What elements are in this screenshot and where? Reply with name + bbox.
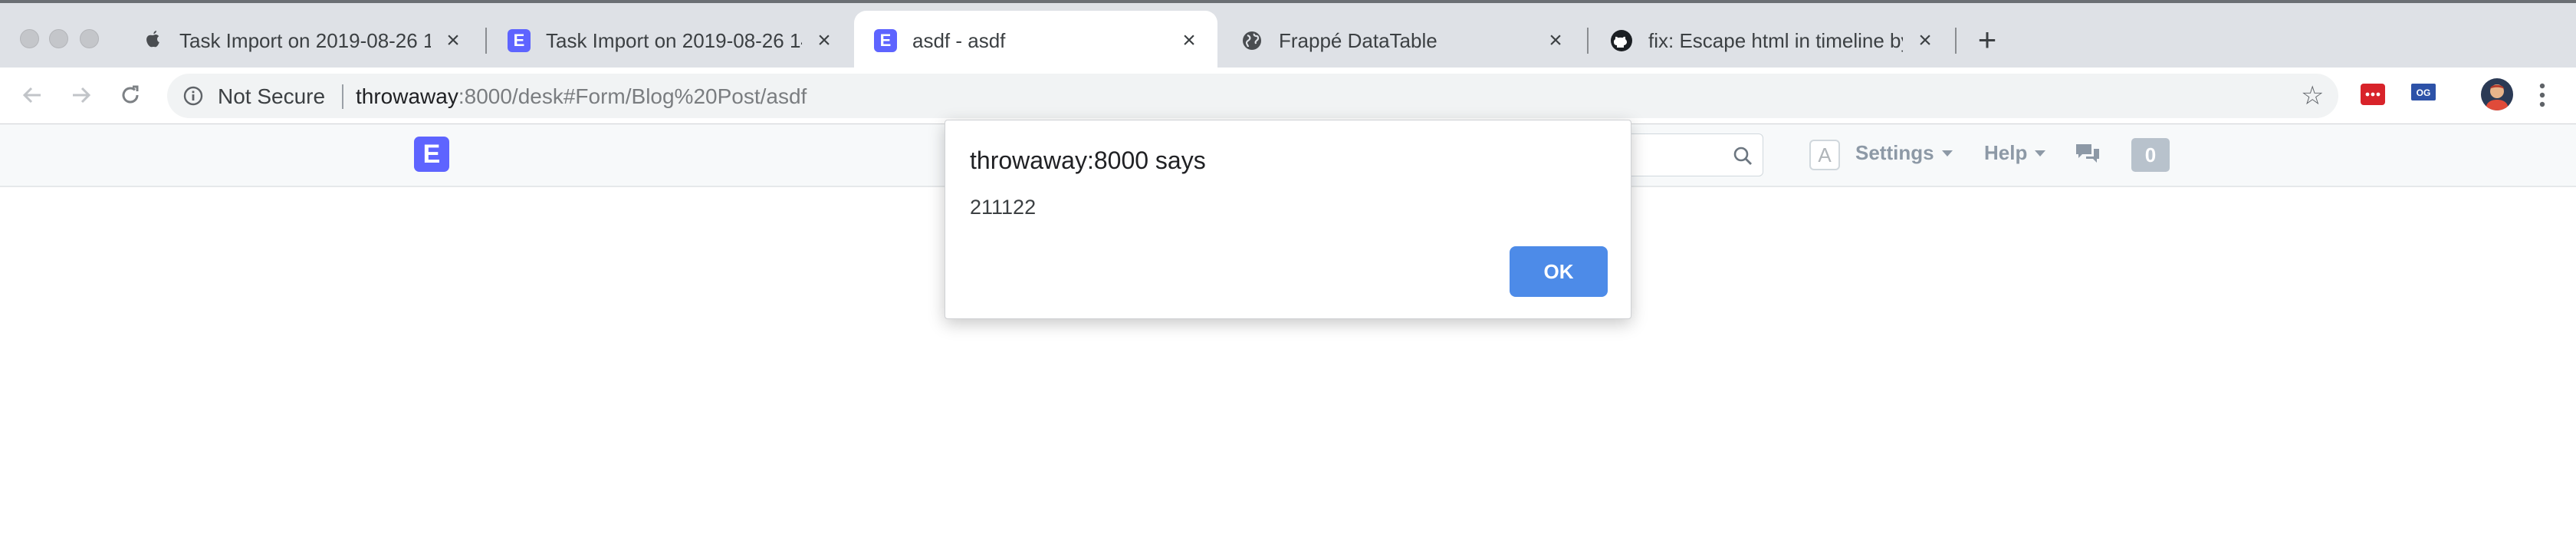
globe-icon: [1240, 29, 1263, 52]
user-avatar[interactable]: A: [1809, 140, 1840, 170]
tab-divider: [485, 28, 487, 54]
github-icon: [1610, 29, 1633, 52]
search-icon: [1732, 145, 1753, 170]
chevron-down-icon: [1941, 150, 1953, 156]
alert-dialog: throwaway:8000 says 211122 OK: [945, 120, 1631, 319]
reload-icon[interactable]: [113, 78, 147, 112]
erpnext-favicon-icon: E: [508, 29, 531, 52]
tab-divider: [1587, 28, 1589, 54]
info-icon[interactable]: [182, 85, 204, 110]
browser-tab-strip: Task Import on 2019-08-26 12: × E Task I…: [0, 0, 2576, 71]
address-bar[interactable]: Not Secure throwaway:8000/desk#Form/Blog…: [167, 74, 2338, 118]
tab-label: fix: Escape html in timeline by r: [1648, 28, 1903, 52]
browser-tab-task-import-2[interactable]: E Task Import on 2019-08-26 14: ×: [488, 11, 853, 71]
svg-text:OG: OG: [2417, 87, 2431, 98]
close-icon[interactable]: ×: [1914, 28, 1937, 53]
tab-label: Task Import on 2019-08-26 12:: [179, 28, 431, 52]
address-divider: [342, 84, 343, 109]
back-arrow-icon[interactable]: [15, 78, 49, 112]
password-extension-icon[interactable]: [2360, 83, 2386, 110]
window-close-button[interactable]: [20, 29, 39, 48]
forward-arrow-icon[interactable]: [64, 78, 98, 112]
notifications-badge[interactable]: 0: [2131, 138, 2170, 172]
settings-menu[interactable]: Settings: [1855, 141, 1953, 165]
close-icon[interactable]: ×: [1544, 28, 1567, 53]
ok-button[interactable]: OK: [1510, 246, 1608, 297]
url-path: :8000/desk#Form/Blog%20Post/asdf: [458, 84, 807, 108]
window-minimize-button[interactable]: [49, 29, 68, 48]
erpnext-favicon-icon: E: [874, 29, 897, 52]
alert-title: throwaway:8000 says: [970, 147, 1206, 174]
close-icon[interactable]: ×: [813, 28, 836, 53]
window-zoom-button[interactable]: [80, 29, 99, 48]
browser-tab-frappe-datatable[interactable]: Frappé DataTable ×: [1221, 11, 1584, 71]
tab-label: asdf - asdf: [912, 28, 1006, 52]
chevron-down-icon: [2035, 150, 2046, 156]
tab-label: Frappé DataTable: [1279, 28, 1438, 52]
url-text[interactable]: throwaway:8000/desk#Form/Blog%20Post/asd…: [356, 84, 807, 109]
apple-icon: [141, 29, 164, 52]
browser-menu-icon[interactable]: [2538, 81, 2547, 113]
og-extension-icon[interactable]: OG: [2410, 81, 2436, 108]
help-label: Help: [1984, 141, 2028, 164]
new-tab-button[interactable]: +: [1972, 24, 2003, 57]
chat-icon[interactable]: [2075, 141, 2101, 171]
close-icon[interactable]: ×: [442, 28, 465, 53]
help-menu[interactable]: Help: [1984, 141, 2046, 165]
browser-tab-github-pr[interactable]: fix: Escape html in timeline by r ×: [1590, 11, 1953, 71]
browser-toolbar: Not Secure throwaway:8000/desk#Form/Blog…: [0, 68, 2576, 124]
browser-tab-task-import-1[interactable]: Task Import on 2019-08-26 12: ×: [121, 11, 481, 71]
alert-message: 211122: [970, 196, 1037, 219]
bookmark-star-icon[interactable]: ☆: [2301, 83, 2324, 109]
security-status: Not Secure: [218, 84, 326, 108]
settings-label: Settings: [1855, 141, 1934, 164]
browser-tab-asdf[interactable]: E asdf - asdf ×: [854, 11, 1217, 71]
url-host: throwaway: [356, 84, 458, 108]
tab-divider: [1955, 28, 1957, 54]
close-icon[interactable]: ×: [1178, 28, 1201, 53]
tab-label: Task Import on 2019-08-26 14:: [546, 28, 802, 52]
profile-avatar[interactable]: [2481, 78, 2513, 110]
app-logo[interactable]: E: [414, 137, 449, 172]
